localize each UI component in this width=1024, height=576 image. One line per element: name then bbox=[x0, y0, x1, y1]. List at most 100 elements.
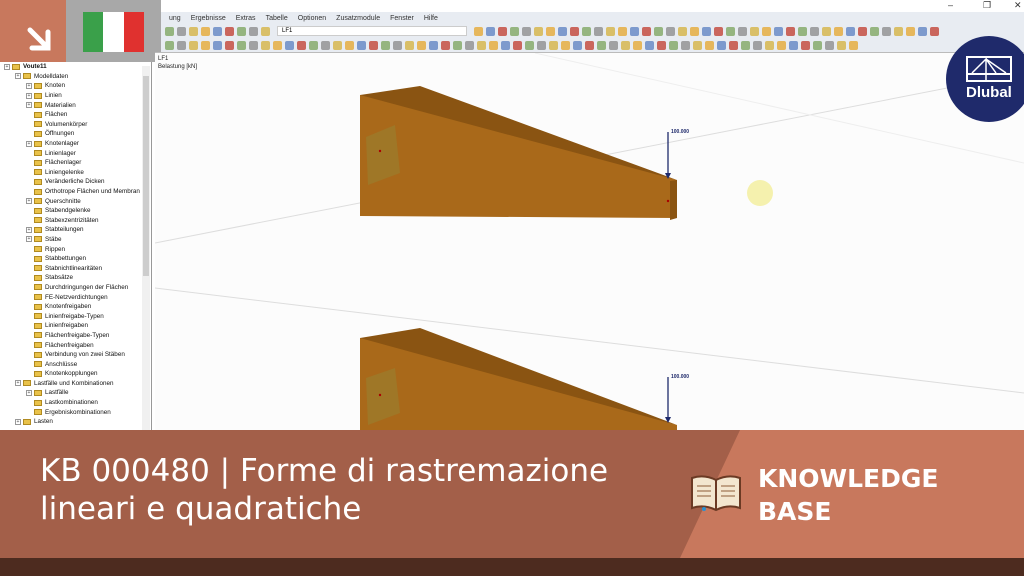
tree-item[interactable]: Knotenfreigaben bbox=[0, 302, 151, 312]
tree-item[interactable]: Veränderliche Dicken bbox=[0, 177, 151, 187]
toolbar-button[interactable] bbox=[513, 40, 522, 50]
toolbar-button[interactable] bbox=[261, 26, 270, 36]
tree-item[interactable]: Volumenkörper bbox=[0, 120, 151, 130]
expand-icon[interactable]: + bbox=[26, 82, 32, 89]
tree-item[interactable]: Linienfreigabe-Typen bbox=[0, 311, 151, 321]
toolbar-button[interactable] bbox=[561, 40, 570, 50]
tree-item[interactable]: + Lastfälle und Kombinationen bbox=[0, 379, 151, 389]
toolbar-button[interactable] bbox=[417, 40, 426, 50]
expand-icon[interactable]: + bbox=[26, 92, 32, 99]
expand-icon[interactable]: + bbox=[26, 198, 32, 205]
toolbar-button[interactable] bbox=[357, 40, 366, 50]
toolbar-button[interactable] bbox=[825, 40, 834, 50]
tree-item[interactable]: Durchdringungen der Flächen bbox=[0, 283, 151, 293]
menu-item[interactable]: Fenster bbox=[390, 15, 414, 22]
toolbar-button[interactable] bbox=[261, 40, 270, 50]
expand-icon[interactable]: + bbox=[26, 226, 32, 233]
toolbar-button[interactable] bbox=[645, 40, 654, 50]
expand-icon[interactable]: + bbox=[15, 73, 21, 80]
toolbar-button[interactable] bbox=[609, 40, 618, 50]
expand-icon[interactable]: + bbox=[15, 418, 21, 425]
tree-scrollbar[interactable] bbox=[142, 66, 150, 430]
toolbar-button[interactable] bbox=[501, 40, 510, 50]
toolbar-button[interactable] bbox=[633, 40, 642, 50]
tree-item[interactable]: + Materialien bbox=[0, 100, 151, 110]
toolbar-button[interactable] bbox=[930, 26, 939, 36]
toolbar-button[interactable] bbox=[813, 40, 822, 50]
toolbar-button[interactable] bbox=[621, 40, 630, 50]
toolbar-button[interactable] bbox=[726, 26, 735, 36]
toolbar-button[interactable] bbox=[486, 26, 495, 36]
toolbar-button[interactable] bbox=[489, 40, 498, 50]
tree-item[interactable]: Ergebniskombinationen bbox=[0, 407, 151, 417]
tree-item[interactable]: Stabendgelenke bbox=[0, 206, 151, 216]
toolbar-button[interactable] bbox=[249, 26, 258, 36]
expand-icon[interactable]: + bbox=[15, 380, 21, 387]
toolbar-button[interactable] bbox=[189, 40, 198, 50]
toolbar-button[interactable] bbox=[834, 26, 843, 36]
toolbar-button[interactable] bbox=[345, 40, 354, 50]
tree-item[interactable]: Linienlager bbox=[0, 148, 151, 158]
expand-icon[interactable]: + bbox=[26, 102, 32, 109]
tree-item[interactable]: Linienfreigaben bbox=[0, 321, 151, 331]
toolbar-button[interactable] bbox=[786, 26, 795, 36]
toolbar-button[interactable] bbox=[477, 40, 486, 50]
tree-item[interactable]: + Knotenlager bbox=[0, 139, 151, 149]
toolbar-button[interactable] bbox=[213, 40, 222, 50]
toolbar-button[interactable] bbox=[801, 40, 810, 50]
toolbar-button[interactable] bbox=[606, 26, 615, 36]
toolbar-button[interactable] bbox=[573, 40, 582, 50]
load-case-select[interactable]: LF1 bbox=[277, 26, 467, 36]
tree-item[interactable]: + Querschnitte bbox=[0, 196, 151, 206]
toolbar-button[interactable] bbox=[297, 40, 306, 50]
menu-item[interactable]: Optionen bbox=[298, 15, 326, 22]
toolbar-button[interactable] bbox=[714, 26, 723, 36]
toolbar-button[interactable] bbox=[237, 40, 246, 50]
toolbar-button[interactable] bbox=[177, 40, 186, 50]
toolbar-button[interactable] bbox=[558, 26, 567, 36]
expand-icon[interactable]: + bbox=[26, 236, 32, 243]
scrollbar-thumb[interactable] bbox=[143, 76, 149, 276]
toolbar-button[interactable] bbox=[774, 26, 783, 36]
toolbar-button[interactable] bbox=[753, 40, 762, 50]
tree-item[interactable]: + Stabteilungen bbox=[0, 225, 151, 235]
toolbar-button[interactable] bbox=[381, 40, 390, 50]
toolbar-button[interactable] bbox=[453, 40, 462, 50]
toolbar-button[interactable] bbox=[510, 26, 519, 36]
tree-item[interactable]: Stabsätze bbox=[0, 273, 151, 283]
toolbar-button[interactable] bbox=[906, 26, 915, 36]
tree-item[interactable]: Flächenfreigabe-Typen bbox=[0, 331, 151, 341]
toolbar-button[interactable] bbox=[582, 26, 591, 36]
toolbar-button[interactable] bbox=[717, 40, 726, 50]
tapered-beam-2[interactable] bbox=[360, 328, 677, 430]
tree-item[interactable]: Liniengelenke bbox=[0, 168, 151, 178]
toolbar-button[interactable] bbox=[546, 26, 555, 36]
toolbar-button[interactable] bbox=[177, 26, 186, 36]
toolbar-button[interactable] bbox=[798, 26, 807, 36]
toolbar-button[interactable] bbox=[666, 26, 675, 36]
tree-item[interactable]: Knotenkopplungen bbox=[0, 369, 151, 379]
menu-item[interactable]: Ergebnisse bbox=[191, 15, 226, 22]
toolbar-button[interactable] bbox=[681, 40, 690, 50]
toolbar-button[interactable] bbox=[189, 26, 198, 36]
tree-item[interactable]: Flächenfreigaben bbox=[0, 340, 151, 350]
toolbar-button[interactable] bbox=[273, 40, 282, 50]
toolbar-button[interactable] bbox=[738, 26, 747, 36]
toolbar-button[interactable] bbox=[618, 26, 627, 36]
toolbar-button[interactable] bbox=[657, 40, 666, 50]
toolbar-button[interactable] bbox=[678, 26, 687, 36]
toolbar-button[interactable] bbox=[654, 26, 663, 36]
toolbar-button[interactable] bbox=[837, 40, 846, 50]
tree-item[interactable]: Rippen bbox=[0, 244, 151, 254]
toolbar-button[interactable] bbox=[765, 40, 774, 50]
toolbar-button[interactable] bbox=[534, 26, 543, 36]
toolbar-button[interactable] bbox=[597, 40, 606, 50]
toolbar-button[interactable] bbox=[570, 26, 579, 36]
toolbar-button[interactable] bbox=[225, 40, 234, 50]
tree-item[interactable]: Orthotrope Flächen und Membran bbox=[0, 187, 151, 197]
toolbar-button[interactable] bbox=[333, 40, 342, 50]
toolbar-button[interactable] bbox=[894, 26, 903, 36]
tree-item[interactable]: + Lasten bbox=[0, 417, 151, 427]
toolbar-button[interactable] bbox=[690, 26, 699, 36]
minimize-button[interactable]: – bbox=[948, 0, 953, 10]
